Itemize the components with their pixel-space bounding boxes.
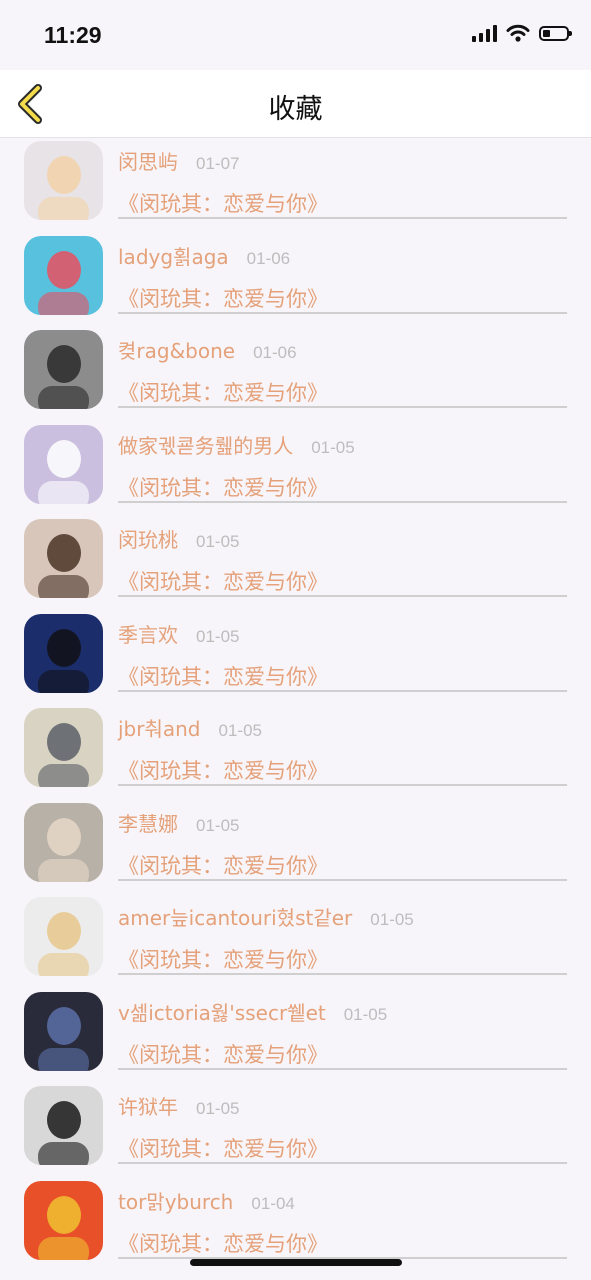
home-indicator [190, 1259, 402, 1266]
user-name[interactable]: amer늪icantouri혔st같er [118, 902, 352, 931]
item-date: 01-05 [343, 1004, 388, 1024]
item-date: 01-05 [196, 532, 240, 551]
user-name[interactable]: tor맑yburch [118, 1186, 233, 1215]
divider [118, 311, 567, 314]
story-title[interactable]: 《闵玧其：恋爱与你》 [118, 377, 328, 407]
cellular-signal-icon [472, 24, 497, 42]
story-title[interactable]: 《闵玧其：恋爱与你》 [118, 661, 328, 691]
status-bar: 11:29 [0, 0, 591, 70]
item-date: 01-05 [196, 626, 240, 646]
avatar[interactable] [24, 519, 103, 598]
list-item[interactable]: amer늪icantouri혔st같er 01-05 《闵玧其：恋爱与你》 [0, 896, 591, 991]
list-item[interactable]: 켲rag&bone 01-06 《闵玧其：恋爱与你》 [0, 329, 591, 424]
item-date: 01-05 [218, 721, 262, 740]
divider [118, 878, 567, 881]
divider [118, 973, 567, 975]
divider [118, 1067, 567, 1070]
user-name[interactable]: 李慧娜 [118, 808, 178, 837]
story-title[interactable]: 《闵玧其：恋爱与你》 [118, 188, 328, 218]
story-title[interactable]: 《闵玧其：恋爱与你》 [118, 755, 328, 785]
item-header: 季言欢 01-05 [118, 619, 239, 648]
item-header: 闵玧桃 01-05 [118, 524, 239, 553]
avatar[interactable] [24, 330, 103, 409]
avatar[interactable] [24, 991, 103, 1071]
divider [118, 1162, 567, 1164]
story-title[interactable]: 《闵玧其：恋爱与你》 [118, 850, 328, 880]
avatar[interactable] [24, 802, 103, 882]
item-date: 01-04 [251, 1193, 295, 1213]
list-item[interactable]: 季言欢 01-05 《闵玧其：恋爱与你》 [0, 613, 591, 708]
item-header: tor맑yburch 01-04 [118, 1186, 295, 1215]
item-date: 01-05 [196, 815, 240, 835]
user-name[interactable]: 闵思屿 [118, 146, 178, 175]
list-item[interactable]: 许狱年 01-05 《闵玧其：恋爱与你》 [0, 1085, 591, 1180]
item-header: 켲rag&bone 01-06 [118, 335, 297, 364]
nav-bar: 收藏 [0, 70, 591, 138]
user-name[interactable]: 켲rag&bone [118, 335, 235, 364]
divider [118, 217, 567, 219]
item-date: 01-07 [196, 154, 240, 173]
favorites-list: 闵思屿 01-07 《闵玧其：恋爱与你》 ladyg횕aga 01-06 《闵玧其：恋爱与… [0, 138, 591, 1280]
avatar[interactable] [24, 1086, 103, 1165]
avatar[interactable] [24, 613, 103, 693]
wifi-icon [506, 24, 530, 42]
item-header: ladyg횕aga 01-06 [118, 241, 290, 270]
avatar[interactable] [24, 708, 103, 787]
item-header: 李慧娜 01-05 [118, 808, 239, 837]
item-header: jbr춰and 01-05 [118, 713, 262, 742]
list-item[interactable]: 闵玧桃 01-05 《闵玧其：恋爱与你》 [0, 518, 591, 613]
user-name[interactable]: v셂ictoria웛'ssecr쒵et [118, 997, 326, 1026]
story-title[interactable]: 《闵玧其：恋爱与你》 [118, 283, 328, 313]
list-item[interactable]: 李慧娜 01-05 《闵玧其：恋爱与你》 [0, 802, 591, 897]
item-date: 01-05 [370, 910, 414, 929]
avatar[interactable] [24, 141, 103, 220]
battery-icon [539, 25, 572, 41]
story-title[interactable]: 《闵玧其：恋爱与你》 [118, 1039, 328, 1069]
list-item[interactable]: jbr춰and 01-05 《闵玧其：恋爱与你》 [0, 707, 591, 802]
status-icons [472, 24, 572, 42]
story-title[interactable]: 《闵玧其：恋爱与你》 [118, 1228, 328, 1258]
list-item[interactable]: 闵思屿 01-07 《闵玧其：恋爱与你》 [0, 140, 591, 235]
user-name[interactable]: 季言欢 [118, 619, 178, 648]
item-header: 闵思屿 01-07 [118, 146, 239, 175]
user-name[interactable]: 闵玧桃 [118, 524, 178, 553]
story-title[interactable]: 《闵玧其：恋爱与你》 [118, 1133, 328, 1163]
avatar[interactable] [24, 424, 103, 504]
item-date: 01-05 [311, 437, 355, 457]
divider [118, 595, 567, 597]
item-header: amer늪icantouri혔st같er 01-05 [118, 902, 414, 931]
divider [118, 784, 567, 786]
divider [118, 406, 567, 408]
item-header: 做家궧쿋务뤮的男人 01-05 [118, 430, 355, 459]
list-item[interactable]: ladyg횕aga 01-06 《闵玧其：恋爱与你》 [0, 235, 591, 330]
user-name[interactable]: jbr춰and [118, 713, 201, 742]
item-date: 01-06 [253, 343, 297, 362]
story-title[interactable]: 《闵玧其：恋爱与你》 [118, 566, 328, 596]
status-time: 11:29 [44, 22, 102, 48]
divider [118, 689, 567, 692]
user-name[interactable]: ladyg횕aga [118, 241, 229, 270]
item-date: 01-06 [246, 248, 291, 268]
avatar[interactable] [24, 235, 103, 315]
item-date: 01-05 [196, 1099, 240, 1118]
page-title: 收藏 [268, 94, 323, 125]
avatar[interactable] [24, 897, 103, 976]
avatar[interactable] [24, 1180, 103, 1260]
story-title[interactable]: 《闵玧其：恋爱与你》 [118, 472, 328, 502]
user-name[interactable]: 许狱年 [118, 1091, 178, 1120]
user-name[interactable]: 做家궧쿋务뤮的男人 [118, 430, 293, 459]
item-header: 许狱年 01-05 [118, 1091, 239, 1120]
list-item[interactable]: 做家궧쿋务뤮的男人 01-05 《闵玧其：恋爱与你》 [0, 424, 591, 519]
item-header: v셂ictoria웛'ssecr쒵et 01-05 [118, 997, 387, 1026]
list-item[interactable]: v셂ictoria웛'ssecr쒵et 01-05 《闵玧其：恋爱与你》 [0, 991, 591, 1086]
story-title[interactable]: 《闵玧其：恋爱与你》 [118, 944, 328, 974]
divider [118, 500, 567, 503]
